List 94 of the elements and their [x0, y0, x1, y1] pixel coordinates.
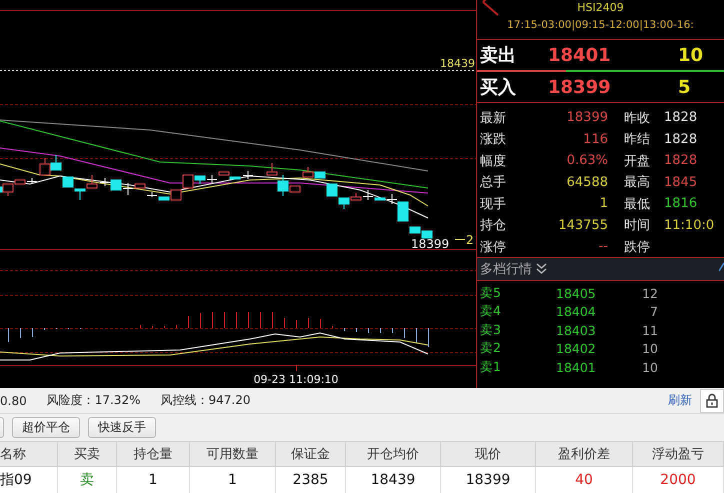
symbol-title: HSI2409 — [577, 1, 624, 14]
stat-value: 1828 — [663, 110, 698, 126]
depth-level-label: 卖5 — [480, 284, 502, 302]
candlestick — [110, 180, 122, 190]
risk-line: 风控线：947.20 — [160, 392, 250, 410]
column-header[interactable]: 盈利价差 — [536, 441, 633, 467]
candlestick — [40, 158, 50, 176]
balance-value: 0.80 — [0, 394, 27, 408]
candlestick — [326, 184, 338, 196]
stat-value: 1 — [598, 196, 608, 212]
risk-level: 风险度：17.32% — [46, 392, 140, 410]
stat-value: 143755 — [557, 218, 608, 233]
table-cell: 指09 — [0, 467, 58, 493]
stat-value: 1845 — [663, 174, 698, 190]
stat-label: 昨结 — [624, 131, 651, 148]
stat-value: 1828 — [663, 153, 698, 168]
bid-volume: 5 — [678, 76, 691, 98]
action-button[interactable]: 超价平仓 — [12, 417, 80, 438]
depth-volume: 10 — [641, 341, 658, 356]
stat-label: 最新 — [480, 110, 507, 127]
stat-label: 幅度 — [480, 152, 507, 170]
depth-volume: 7 — [649, 304, 658, 320]
column-header[interactable]: 浮动盈亏 — [633, 441, 724, 467]
depth-header-title: 多档行情 — [480, 261, 532, 278]
depth-level-label: 卖3 — [480, 322, 502, 339]
depth-level-label: 卖2 — [480, 340, 502, 358]
candlestick — [50, 154, 62, 170]
table-cell: 卖 — [58, 467, 117, 493]
depth-price: 18403 — [556, 322, 597, 338]
ask-volume: 10 — [678, 44, 704, 66]
column-header[interactable]: 可用数量 — [190, 441, 276, 467]
stat-value: 64588 — [566, 174, 608, 190]
stat-value: 116 — [582, 132, 608, 147]
action-button[interactable]: 快速反手 — [88, 417, 156, 438]
column-header[interactable]: 持仓量 — [117, 441, 190, 467]
depth-volume: 10 — [641, 360, 658, 375]
column-header[interactable]: 开仓均价 — [346, 441, 441, 467]
stat-value: 1828 — [663, 132, 698, 147]
candlestick — [62, 176, 74, 188]
table-cell: 18439 — [346, 467, 441, 493]
last-price-label: 18399 — [411, 237, 450, 251]
stat-label: 跌停 — [624, 238, 651, 256]
depth-level-label: 卖4 — [480, 303, 502, 320]
candlestick — [86, 174, 98, 188]
stat-label: 昨收 — [624, 110, 651, 127]
depth-price: 18404 — [556, 304, 597, 320]
candlestick — [74, 188, 86, 200]
stat-label: 时间 — [624, 217, 651, 234]
stat-label: 总手 — [480, 174, 507, 192]
column-header[interactable]: 买卖 — [58, 441, 117, 467]
candlestick — [242, 170, 254, 180]
depth-level-label: 卖1 — [480, 358, 502, 376]
stat-value: 0.63% — [566, 153, 608, 168]
column-header[interactable]: 现价 — [441, 441, 536, 467]
stat-label: 开盘 — [624, 152, 651, 170]
depth-volume: 11 — [641, 322, 658, 338]
stat-label: 现手 — [480, 196, 507, 213]
position-marker-line — [454, 239, 466, 240]
table-cell: 18399 — [441, 467, 536, 493]
stat-value: 1816 — [663, 196, 698, 212]
table-cell: 1 — [190, 467, 276, 493]
lock-icon — [706, 393, 718, 408]
stat-label: 涨跌 — [480, 131, 507, 148]
double-chevron-down-icon[interactable] — [536, 263, 547, 275]
depth-price: 18402 — [556, 341, 597, 356]
trading-sessions: 17:15-03:00|09:15-12:00|13:00-16: — [507, 19, 694, 31]
stat-value: 18399 — [566, 110, 608, 126]
refresh-link[interactable]: 刷新 — [668, 392, 692, 410]
ask-price: 18401 — [548, 44, 612, 66]
position-marker: 2 — [466, 233, 474, 247]
table-cell: 1 — [117, 467, 190, 493]
depth-price: 18401 — [556, 360, 597, 375]
bid-label: 买入 — [480, 76, 517, 99]
stat-label: 涨停 — [480, 238, 507, 256]
ask-label: 卖出 — [480, 44, 517, 67]
candlestick — [100, 178, 110, 186]
crosshair-time-label: 09-23 11:09:10 — [254, 373, 338, 386]
column-header[interactable]: 名称 — [0, 441, 58, 467]
stat-label: 最高 — [624, 174, 651, 192]
column-header[interactable]: 保证金 — [276, 441, 346, 467]
bid-price: 18399 — [548, 76, 612, 98]
crosshair-tick — [296, 364, 297, 372]
table-cell: 2000 — [633, 467, 724, 493]
depth-price: 18405 — [556, 286, 597, 301]
stat-label: 持仓 — [480, 217, 507, 234]
stat-label: 最低 — [624, 196, 651, 213]
table-cell: 40 — [536, 467, 633, 493]
back-arrow-icon[interactable] — [482, 0, 500, 16]
table-cell: 2385 — [276, 467, 346, 493]
stat-value: -- — [598, 239, 608, 254]
lock-button[interactable] — [700, 388, 724, 413]
depth-volume: 12 — [641, 286, 658, 301]
price-line-label: 18439 — [440, 57, 475, 70]
stat-value: 11:10:0 — [663, 218, 716, 233]
